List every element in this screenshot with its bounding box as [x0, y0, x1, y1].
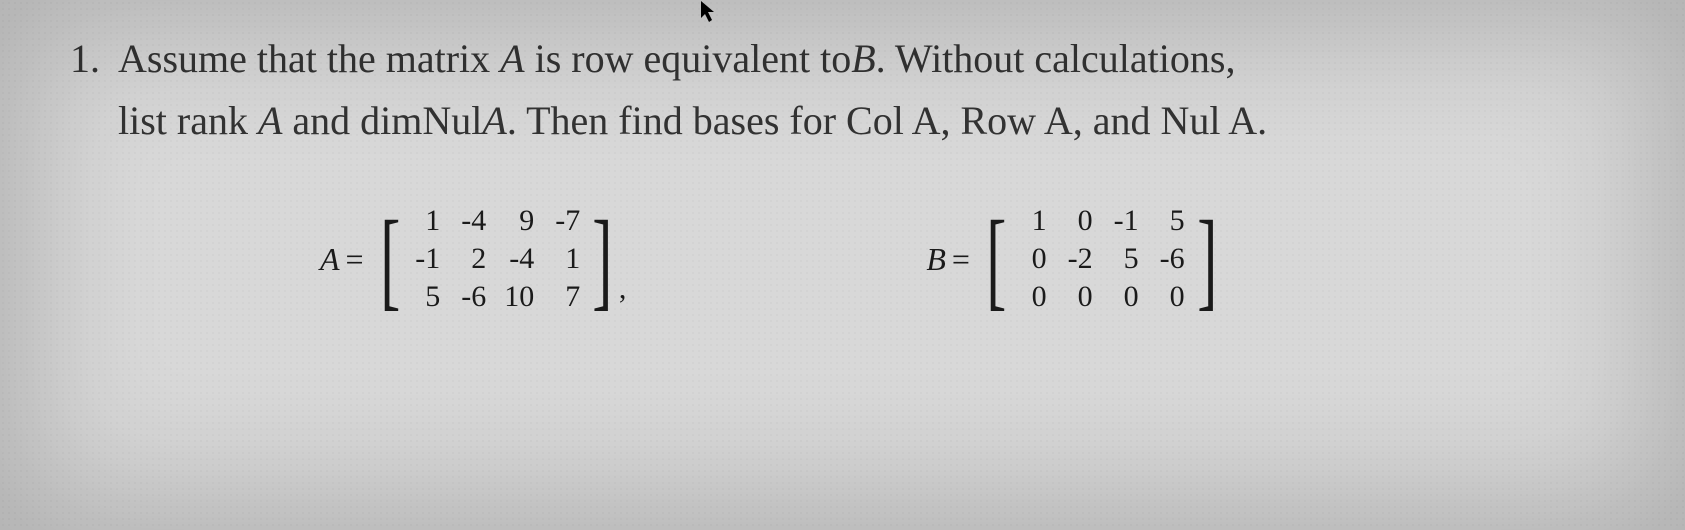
matrix-cell: 9	[504, 204, 534, 238]
matrix-cell: 1	[1019, 204, 1047, 238]
matrix-cell: 5	[1157, 204, 1185, 238]
text: is row equivalent to	[525, 36, 852, 81]
text: and dimNul	[282, 98, 482, 143]
var-A: A	[500, 36, 524, 81]
question-block: 1.Assume that the matrix A is row equiva…	[0, 0, 1685, 316]
matrix-cell: 5	[1111, 242, 1139, 276]
matrix-cell: -1	[412, 242, 440, 276]
matrix-cell: 5	[412, 280, 440, 314]
matrix-A-label: A	[320, 241, 340, 278]
matrix-cell: 7	[552, 280, 580, 314]
bracket-left-icon: [	[986, 210, 1006, 309]
bracket-right-icon: ]	[1197, 210, 1217, 309]
bracket-left-icon: [	[380, 210, 400, 309]
matrix-cell: -2	[1065, 242, 1093, 276]
matrix-cell: -1	[1111, 204, 1139, 238]
matrix-cell: 0	[1019, 280, 1047, 314]
text: Assume that the matrix	[118, 36, 500, 81]
matrix-cell: -6	[458, 280, 486, 314]
text: list rank	[118, 98, 258, 143]
matrix-B-label: B	[926, 241, 946, 278]
var-A: A	[482, 98, 506, 143]
var-B: B	[851, 36, 875, 81]
text: . Without calculations,	[876, 36, 1236, 81]
matrix-cell: -6	[1157, 242, 1185, 276]
text: . Then find bases for Col A, Row A, and …	[507, 98, 1267, 143]
matrix-cell: 0	[1019, 242, 1047, 276]
equals-sign: =	[952, 241, 970, 278]
equals-sign: =	[346, 241, 364, 278]
matrix-B-grid: 1 0 -1 5 0 -2 5 -6 0 0 0 0	[1015, 202, 1189, 316]
trailing-comma: ,	[619, 272, 627, 306]
matrix-cell: 1	[552, 242, 580, 276]
matrix-cell: 1	[412, 204, 440, 238]
matrix-cell: -7	[552, 204, 580, 238]
bracket-right-icon: ]	[592, 210, 612, 309]
matrix-cell: 0	[1065, 280, 1093, 314]
matrix-cell: 0	[1111, 280, 1139, 314]
matrix-cell: 0	[1157, 280, 1185, 314]
matrices-row: A = [ 1 -4 9 -7 -1 2 -4 1 5 -6 10 7 ] , …	[320, 202, 1625, 316]
matrix-cell: -4	[504, 242, 534, 276]
matrix-A-grid: 1 -4 9 -7 -1 2 -4 1 5 -6 10 7	[408, 202, 584, 316]
var-A: A	[258, 98, 282, 143]
matrix-B: B = [ 1 0 -1 5 0 -2 5 -6 0 0 0 0 ]	[926, 202, 1225, 316]
matrix-cell: 10	[504, 280, 534, 314]
matrix-cell: 0	[1065, 204, 1093, 238]
question-number: 1.	[70, 28, 118, 90]
matrix-cell: -4	[458, 204, 486, 238]
question-line-1: 1.Assume that the matrix A is row equiva…	[70, 28, 1625, 90]
matrix-A: A = [ 1 -4 9 -7 -1 2 -4 1 5 -6 10 7 ] ,	[320, 202, 626, 316]
question-line-2: list rank A and dimNulA. Then find bases…	[118, 90, 1625, 152]
matrix-cell: 2	[458, 242, 486, 276]
